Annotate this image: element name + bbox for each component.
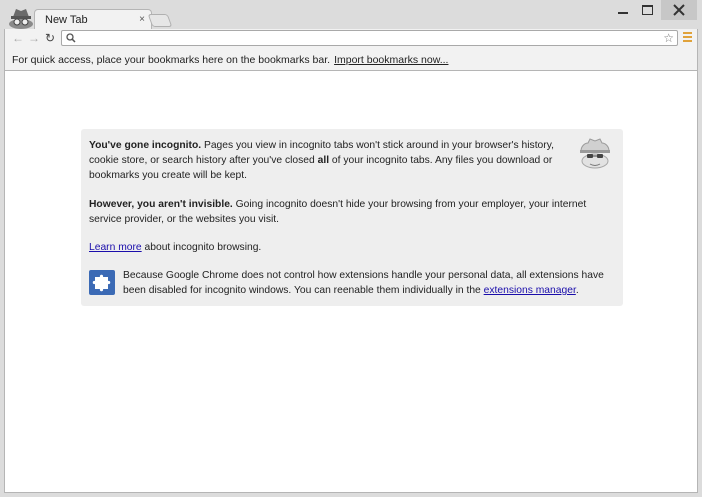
bookmark-star-icon[interactable]: ☆ bbox=[663, 31, 674, 45]
chrome-menu-icon[interactable] bbox=[683, 32, 692, 42]
page-content: You've gone incognito. Pages you view in… bbox=[4, 71, 698, 493]
close-window-button[interactable] bbox=[661, 0, 697, 20]
new-tab-button[interactable] bbox=[147, 14, 173, 27]
incognito-paragraph-3: Learn more about incognito browsing. bbox=[89, 240, 569, 255]
not-invisible-heading: However, you aren't invisible. bbox=[89, 199, 233, 210]
forward-button[interactable]: → bbox=[28, 30, 40, 46]
ext-end: . bbox=[575, 285, 579, 296]
bookmarks-bar-text: For quick access, place your bookmarks h… bbox=[12, 54, 331, 66]
search-icon bbox=[66, 33, 76, 43]
extension-puzzle-icon bbox=[89, 270, 115, 295]
close-icon bbox=[673, 4, 685, 16]
maximize-icon bbox=[641, 5, 653, 15]
omnibox[interactable]: ☆ bbox=[61, 30, 678, 46]
p1-all: all bbox=[317, 155, 330, 166]
title-bar: New Tab × bbox=[0, 0, 702, 30]
browser-window: New Tab × ← → ↻ ☆ For quick access, plac… bbox=[0, 0, 702, 497]
learn-more-link[interactable]: Learn more bbox=[89, 242, 142, 253]
toolbar: ← → ↻ ☆ bbox=[4, 29, 698, 48]
minimize-button[interactable] bbox=[612, 0, 634, 20]
bookmarks-bar: For quick access, place your bookmarks h… bbox=[4, 48, 698, 71]
import-bookmarks-link[interactable]: Import bookmarks now... bbox=[334, 54, 448, 66]
tab-close-icon[interactable]: × bbox=[139, 14, 145, 26]
extensions-disabled-notice: Because Google Chrome does not control h… bbox=[123, 268, 613, 298]
minimize-icon bbox=[618, 12, 628, 14]
gone-incognito-heading: You've gone incognito. bbox=[89, 140, 202, 151]
back-button[interactable]: ← bbox=[12, 30, 24, 46]
incognito-logo-icon bbox=[9, 9, 33, 29]
incognito-info-box: You've gone incognito. Pages you view in… bbox=[81, 129, 623, 306]
tab-new-tab[interactable]: New Tab × bbox=[34, 9, 152, 30]
address-input[interactable] bbox=[80, 31, 650, 45]
learn-more-suffix: about incognito browsing. bbox=[141, 242, 262, 253]
menu-bar-line bbox=[683, 36, 692, 38]
tab-title: New Tab bbox=[45, 14, 88, 26]
incognito-spy-icon bbox=[580, 138, 610, 169]
reload-button[interactable]: ↻ bbox=[45, 30, 55, 46]
extensions-manager-link[interactable]: extensions manager bbox=[484, 285, 576, 296]
menu-bar-line bbox=[683, 32, 692, 34]
bookmarks-bar-message: For quick access, place your bookmarks h… bbox=[12, 54, 448, 66]
menu-bar-line bbox=[683, 40, 692, 42]
maximize-button[interactable] bbox=[636, 0, 658, 20]
incognito-paragraph-2: However, you aren't invisible. Going inc… bbox=[89, 197, 609, 227]
incognito-paragraph-1: You've gone incognito. Pages you view in… bbox=[89, 138, 569, 183]
